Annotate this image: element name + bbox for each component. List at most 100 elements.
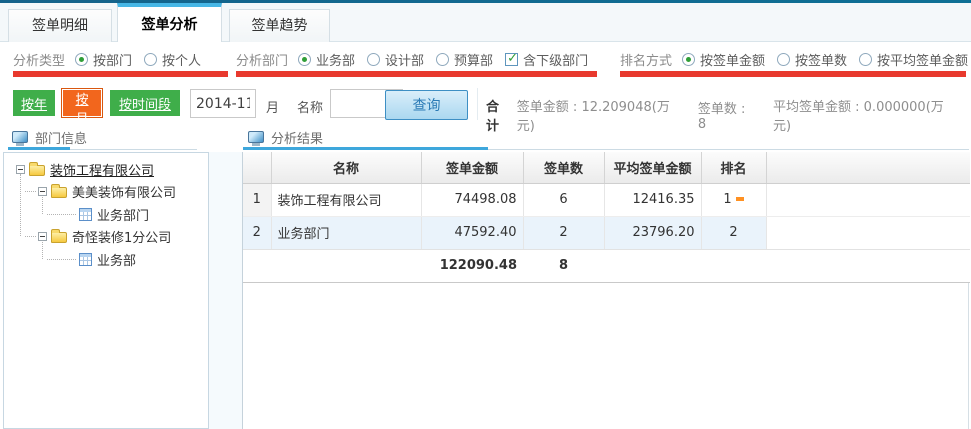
- radio-label: 业务部: [316, 50, 355, 69]
- tree-item-qiguai-branch[interactable]: 奇怪装修1分公司: [38, 226, 171, 246]
- monitor-icon: [12, 131, 28, 143]
- red-highlight-underline-2: [236, 71, 597, 77]
- tab-bar: 签单明细 签单分析 签单趋势: [0, 3, 971, 42]
- rank-marker-icon: [736, 197, 744, 201]
- tab-signing-trend[interactable]: 签单趋势: [229, 9, 330, 42]
- cell-rank: 1: [701, 183, 766, 216]
- tree-item-business-dept[interactable]: 业务部: [79, 249, 136, 269]
- table-row[interactable]: 2 业务部门 47592.40 2 23796.20 2: [243, 216, 970, 249]
- radio-by-sign-amount[interactable]: 按签单金额: [682, 50, 765, 69]
- total-empty: [271, 249, 421, 282]
- collapse-icon[interactable]: [16, 165, 25, 174]
- tree-item-label[interactable]: 业务部门: [97, 205, 149, 224]
- total-average-sign-amount: 平均签单金额 : 0.000000(万元): [773, 96, 953, 134]
- cell-average-sign-amount: 12416.35: [604, 183, 701, 216]
- radio-icon[interactable]: [367, 53, 380, 66]
- tree-item-label[interactable]: 美美装饰有限公司: [72, 182, 176, 201]
- checkbox-label: 含下级部门: [523, 50, 588, 69]
- total-empty: [701, 249, 766, 282]
- tree-item-root-company[interactable]: 装饰工程有限公司: [16, 159, 154, 179]
- tree-item-label[interactable]: 业务部: [97, 250, 136, 269]
- tree-connector: [47, 214, 76, 215]
- header-rank[interactable]: 排名: [701, 152, 766, 183]
- month-unit-label: 月: [266, 97, 279, 116]
- table-icon: [79, 208, 92, 221]
- radio-business-dept[interactable]: 业务部: [298, 50, 355, 69]
- tree-connector: [25, 191, 36, 192]
- radio-by-sign-count[interactable]: 按签单数: [777, 50, 847, 69]
- total-label: 合计: [486, 96, 511, 134]
- radio-icon[interactable]: [777, 53, 790, 66]
- radio-label: 设计部: [385, 50, 424, 69]
- summary-totals: 合计 签单金额 : 12.209048(万元) 签单数 : 8 平均签单金额 :…: [486, 96, 971, 134]
- total-sign-count: 签单数 : 8: [698, 98, 755, 132]
- department-info-title: 部门信息: [35, 128, 87, 147]
- month-input[interactable]: [190, 89, 256, 118]
- total-empty: [766, 249, 970, 282]
- radio-label: 按个人: [162, 50, 201, 69]
- analysis-result-underline-gray: [488, 149, 969, 150]
- radio-icon[interactable]: [682, 53, 695, 66]
- radio-icon[interactable]: [298, 53, 311, 66]
- analysis-department-group: 分析部门 业务部 设计部 预算部 含下级部门: [236, 50, 600, 68]
- rank-value: 2: [729, 225, 737, 240]
- radio-budget-dept[interactable]: 预算部: [436, 50, 493, 69]
- radio-label: 按签单金额: [700, 50, 765, 69]
- red-highlight-underline-1: [13, 71, 228, 77]
- collapse-icon[interactable]: [38, 232, 47, 241]
- radio-icon[interactable]: [144, 53, 157, 66]
- total-sign-count: 8: [523, 249, 604, 282]
- tab-signing-details[interactable]: 签单明细: [8, 9, 112, 42]
- table-row[interactable]: 1 装饰工程有限公司 74498.08 6 12416.35 1: [243, 183, 970, 216]
- tab-signing-analysis[interactable]: 签单分析: [117, 3, 222, 42]
- analysis-result-panel: 名称 签单金额 签单数 平均签单金额 排名 1 装饰工程有限公司 74498.0…: [242, 152, 969, 429]
- radio-label: 按平均签单金额: [877, 50, 968, 69]
- department-info-underline-gray: [70, 149, 197, 150]
- analysis-type-label: 分析类型: [13, 50, 65, 69]
- analysis-department-label: 分析部门: [236, 50, 288, 69]
- by-time-range-button[interactable]: 按时间段: [110, 90, 180, 116]
- header-sign-amount[interactable]: 签单金额: [421, 152, 523, 183]
- radio-icon[interactable]: [859, 53, 872, 66]
- cell-name: 业务部门: [271, 216, 421, 249]
- radio-by-individual[interactable]: 按个人: [144, 50, 201, 69]
- total-empty: [604, 249, 701, 282]
- collapse-icon[interactable]: [38, 187, 47, 196]
- total-empty: [243, 249, 271, 282]
- table-icon: [79, 253, 92, 266]
- folder-icon: [29, 165, 45, 176]
- checkbox-icon[interactable]: [505, 53, 518, 66]
- folder-icon: [51, 232, 67, 243]
- by-year-button[interactable]: 按年: [13, 90, 55, 116]
- cell-name: 装饰工程有限公司: [271, 183, 421, 216]
- tree-item-meimei-company[interactable]: 美美装饰有限公司: [38, 181, 176, 201]
- total-sign-amount: 122090.48: [421, 249, 523, 282]
- radio-by-department[interactable]: 按部门: [75, 50, 132, 69]
- tree-item-label[interactable]: 装饰工程有限公司: [50, 160, 154, 179]
- checkbox-include-sub-departments[interactable]: 含下级部门: [505, 50, 588, 69]
- radio-icon[interactable]: [75, 53, 88, 66]
- tree-item-business-department[interactable]: 业务部门: [79, 204, 149, 224]
- header-name[interactable]: 名称: [271, 152, 421, 183]
- analysis-result-header: 分析结果: [248, 128, 323, 146]
- panel-gap: [209, 152, 242, 429]
- row-index: 1: [243, 183, 271, 216]
- by-month-button[interactable]: 按月: [61, 88, 103, 118]
- cell-filler: [766, 216, 970, 249]
- header-index: [243, 152, 271, 183]
- result-table: 名称 签单金额 签单数 平均签单金额 排名 1 装饰工程有限公司 74498.0…: [243, 152, 970, 283]
- tree-item-label[interactable]: 奇怪装修1分公司: [72, 227, 171, 246]
- cell-rank: 2: [701, 216, 766, 249]
- header-sign-count[interactable]: 签单数: [523, 152, 604, 183]
- query-button[interactable]: 查询: [385, 90, 468, 120]
- signing-analysis-page: 签单明细 签单分析 签单趋势 分析类型 按部门 按个人 分析部门 业务部 设计部…: [0, 0, 971, 429]
- header-average-sign-amount[interactable]: 平均签单金额: [604, 152, 701, 183]
- cell-sign-count: 6: [523, 183, 604, 216]
- radio-label: 按部门: [93, 50, 132, 69]
- radio-label: 预算部: [454, 50, 493, 69]
- toolbar-divider: [477, 88, 478, 120]
- radio-design-dept[interactable]: 设计部: [367, 50, 424, 69]
- rank-value: 1: [723, 192, 731, 207]
- radio-by-average-sign-amount[interactable]: 按平均签单金额: [859, 50, 968, 69]
- radio-icon[interactable]: [436, 53, 449, 66]
